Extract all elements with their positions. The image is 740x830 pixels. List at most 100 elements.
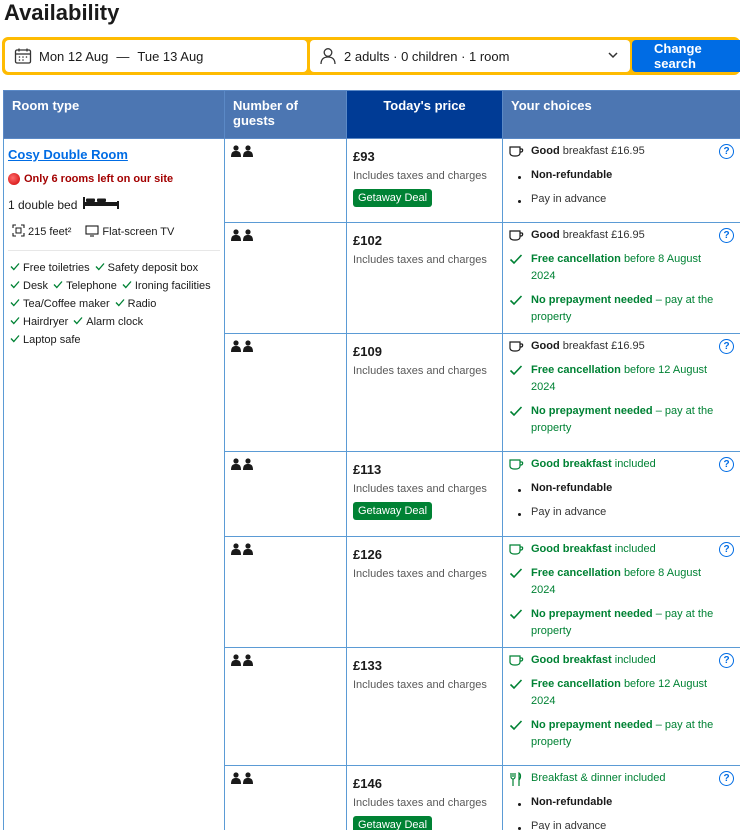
- good-breakfast: Good breakfast: [531, 458, 612, 470]
- change-search-button[interactable]: Change search: [632, 40, 740, 72]
- date-picker[interactable]: Mon 12 Aug — Tue 13 Aug: [5, 40, 307, 72]
- availability-table: Room type Number of guests Today's price…: [3, 90, 740, 830]
- table-row: Cosy Double Room Only 6 rooms left on ou…: [3, 138, 740, 830]
- non-refundable-row: Non-refundable: [509, 794, 734, 811]
- non-refundable-text: Non-refundable: [531, 482, 613, 494]
- header-choices: Your choices: [502, 90, 740, 139]
- check-icon: [509, 606, 531, 620]
- scarcity-badge: Only 6 rooms left on our site: [8, 173, 220, 185]
- price-value: £126: [353, 547, 382, 562]
- no-prepayment-row: No prepayment needed – pay at the proper…: [509, 403, 734, 437]
- check-icon: [509, 251, 531, 265]
- chevron-down-icon: [606, 48, 620, 62]
- price-value: £113: [353, 462, 382, 477]
- amenity-item: Free toiletries: [10, 259, 90, 277]
- info-icon[interactable]: ?: [719, 771, 734, 786]
- coffee-cup-icon: [509, 143, 531, 158]
- bullet-icon: [518, 803, 521, 806]
- price-value: £146: [353, 776, 382, 791]
- choices-cell: Good breakfast £16.95 Non-refundable Pay i…: [502, 138, 740, 223]
- price-cell: £126 Includes taxes and charges: [346, 536, 503, 648]
- choices-cell: Good breakfast £16.95 Free cancellation b…: [502, 333, 740, 452]
- pay-in-advance-text: Pay in advance: [531, 820, 607, 830]
- header-price: Today's price: [346, 90, 503, 139]
- getaway-deal-badge: Getaway Deal: [353, 816, 433, 830]
- free-cancellation-row: Free cancellation before 12 August 2024: [509, 362, 734, 396]
- info-icon[interactable]: ?: [719, 228, 734, 243]
- info-icon[interactable]: ?: [719, 542, 734, 557]
- amenity-item: Hairdryer: [10, 313, 68, 331]
- two-guests-icon: [231, 229, 255, 241]
- checkout-date: Tue 13 Aug: [137, 48, 204, 64]
- room-name-link[interactable]: Cosy Double Room: [8, 147, 128, 162]
- taxes-note: Includes taxes and charges: [353, 797, 487, 809]
- bed-text: 1 double bed: [8, 197, 78, 212]
- amenity-label: Safety deposit box: [107, 262, 199, 274]
- bed-info: 1 double bed: [8, 196, 220, 213]
- amenity-label: Alarm clock: [86, 316, 144, 328]
- check-icon: [53, 277, 63, 295]
- double-bed-icon: [82, 196, 120, 213]
- info-icon[interactable]: ?: [719, 457, 734, 472]
- breakfast-option: Good breakfast £16.95: [509, 143, 734, 160]
- coffee-cup-icon: [509, 456, 531, 471]
- no-prepayment-row: No prepayment needed – pay at the proper…: [509, 717, 734, 751]
- breakfast-good: Good: [531, 229, 560, 241]
- amenity-item: Tea/Coffee maker: [10, 295, 110, 313]
- price-cell: £133 Includes taxes and charges: [346, 647, 503, 766]
- amenity-item: Safety deposit box: [95, 259, 199, 277]
- breakfast-good: Good: [531, 145, 560, 157]
- alert-dot-icon: [8, 173, 20, 185]
- taxes-note: Includes taxes and charges: [353, 365, 487, 377]
- breakfast-price: breakfast £16.95: [562, 340, 645, 352]
- search-bar: Mon 12 Aug — Tue 13 Aug 2 adults · 0 chi…: [2, 37, 740, 75]
- no-prepayment-row: No prepayment needed – pay at the proper…: [509, 606, 734, 640]
- amenity-item: Desk: [10, 277, 48, 295]
- info-icon[interactable]: ?: [719, 339, 734, 354]
- check-icon: [10, 277, 20, 295]
- breakfast-option: Good breakfast £16.95: [509, 338, 734, 355]
- info-icon[interactable]: ?: [719, 653, 734, 668]
- check-icon: [509, 362, 531, 376]
- checkin-date: Mon 12 Aug: [39, 48, 109, 64]
- no-prepayment-text: No prepayment needed: [531, 719, 653, 731]
- free-cancellation-text: Free cancellation: [531, 253, 621, 265]
- good-breakfast: Good breakfast: [531, 654, 612, 666]
- room-facts: 215 feet² Flat-screen TV: [8, 224, 220, 240]
- amenity-item: Alarm clock: [73, 313, 143, 331]
- price-value: £102: [353, 233, 382, 248]
- amenity-label: Laptop safe: [23, 334, 81, 346]
- price-cell: £102 Includes taxes and charges: [346, 222, 503, 334]
- tv-text: Flat-screen TV: [102, 226, 175, 238]
- pay-in-advance-row: Pay in advance: [509, 191, 734, 208]
- breakfast-option: Good breakfast included: [509, 652, 734, 669]
- guests-cell: [224, 765, 347, 830]
- room-type-cell: Cosy Double Room Only 6 rooms left on ou…: [3, 138, 225, 830]
- coffee-cup-icon: [509, 541, 531, 556]
- taxes-note: Includes taxes and charges: [353, 679, 487, 691]
- breakfast-dinner-text: Breakfast & dinner included: [531, 772, 666, 784]
- two-guests-icon: [231, 145, 255, 157]
- free-cancellation-text: Free cancellation: [531, 567, 621, 579]
- amenity-item: Radio: [115, 295, 156, 313]
- breakfast-price: breakfast £16.95: [562, 229, 645, 241]
- info-icon[interactable]: ?: [719, 144, 734, 159]
- breakfast-included: included: [614, 543, 656, 555]
- coffee-cup-icon: [509, 227, 531, 242]
- check-icon: [509, 403, 531, 417]
- price-value: £133: [353, 658, 382, 673]
- guests-cell: [224, 451, 347, 537]
- free-cancellation-row: Free cancellation before 8 August 2024: [509, 565, 734, 599]
- guests-selector[interactable]: 2 adults · 0 children · 1 room: [310, 40, 630, 72]
- pay-in-advance-row: Pay in advance: [509, 504, 734, 521]
- no-prepayment-text: No prepayment needed: [531, 405, 653, 417]
- check-icon: [115, 295, 125, 313]
- amenity-label: Desk: [23, 280, 49, 292]
- check-icon: [509, 292, 531, 306]
- price-cell: £146 Includes taxes and charges Getaway D…: [346, 765, 503, 830]
- getaway-deal-badge: Getaway Deal: [353, 502, 433, 520]
- bullet-icon: [518, 513, 521, 516]
- breakfast-option: Good breakfast £16.95: [509, 227, 734, 244]
- taxes-note: Includes taxes and charges: [353, 170, 487, 182]
- pay-in-advance-row: Pay in advance: [509, 818, 734, 830]
